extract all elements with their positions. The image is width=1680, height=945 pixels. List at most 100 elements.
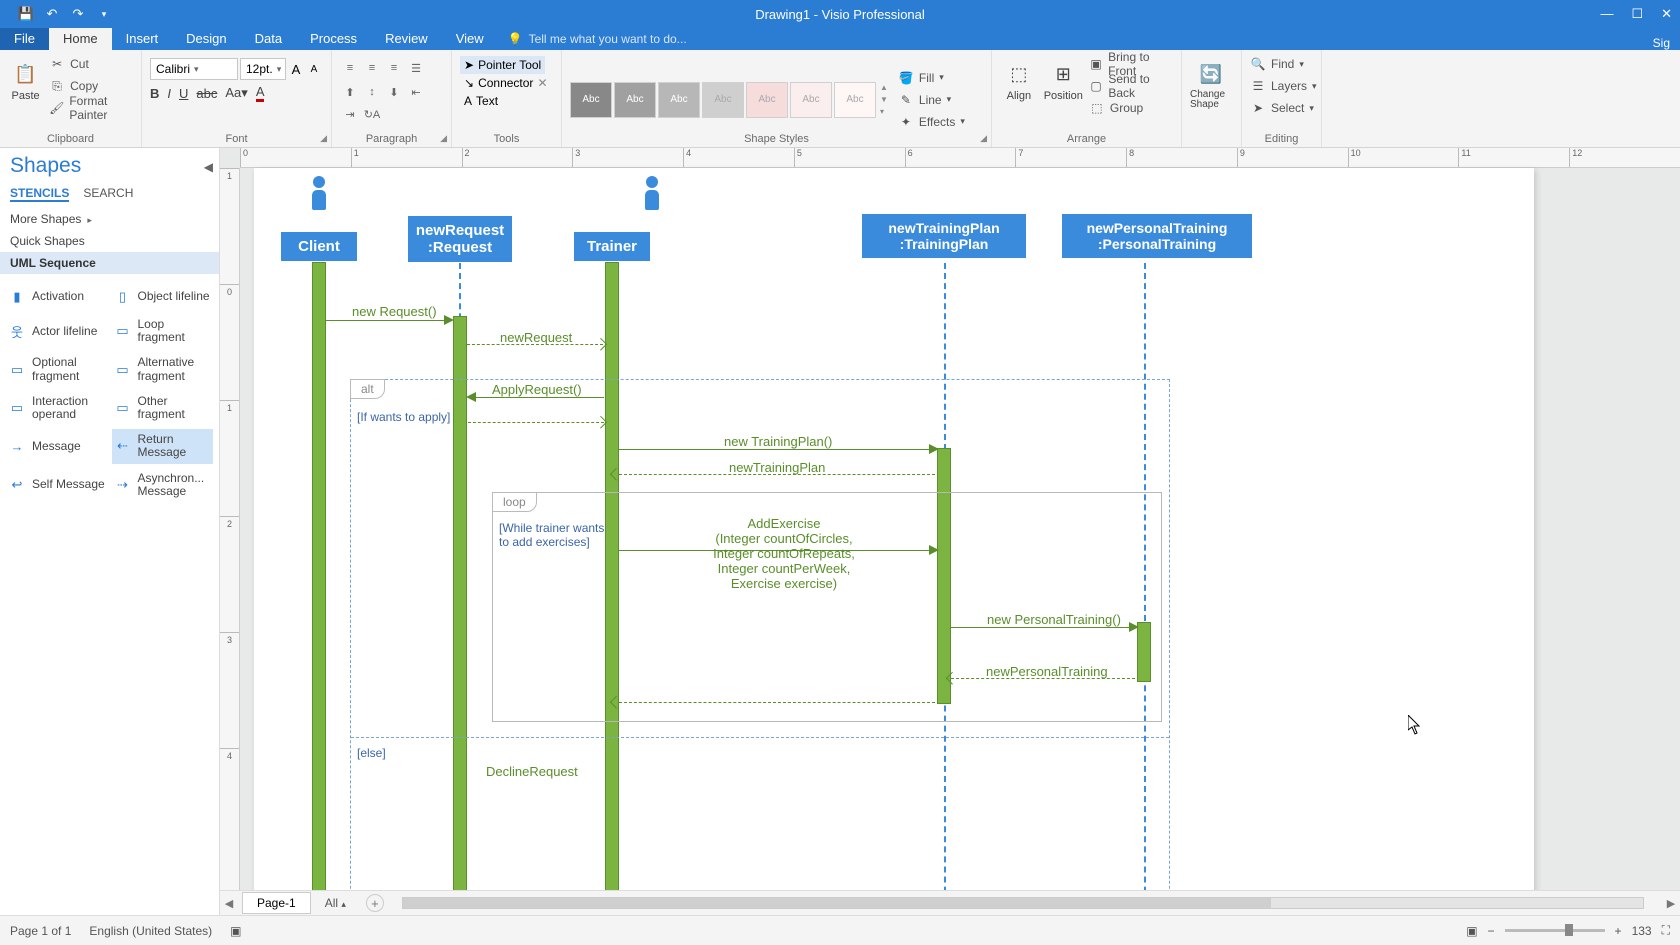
font-name-combo[interactable]: Calibri▾ bbox=[150, 58, 238, 80]
more-shapes-item[interactable]: More Shapes▸ bbox=[0, 208, 219, 230]
align-bottom-icon[interactable]: ⬇ bbox=[384, 82, 404, 102]
shrink-font-icon[interactable]: A bbox=[306, 61, 322, 77]
horizontal-scrollbar[interactable] bbox=[402, 897, 1644, 909]
shape-optional-fragment[interactable]: ▭Optional fragment bbox=[6, 352, 108, 386]
zoom-slider-thumb[interactable] bbox=[1565, 924, 1573, 936]
client-activation[interactable] bbox=[312, 262, 326, 890]
tab-home[interactable]: Home bbox=[49, 27, 112, 50]
align-button[interactable]: ⬚Align bbox=[1000, 54, 1038, 102]
scroll-left-icon[interactable]: ◀ bbox=[220, 897, 238, 910]
fill-button[interactable]: 🪣Fill▾ bbox=[898, 68, 965, 88]
case-button[interactable]: Aa▾ bbox=[225, 85, 247, 101]
styles-more-icon[interactable]: ▾ bbox=[880, 107, 888, 116]
trainer-actor-icon[interactable] bbox=[643, 176, 661, 212]
align-center-icon[interactable]: ≡ bbox=[362, 58, 382, 78]
trainingplan-lifeline-head[interactable]: newTrainingPlan:TrainingPlan bbox=[862, 214, 1026, 258]
shape-object-lifeline[interactable]: ▯Object lifeline bbox=[112, 284, 214, 310]
shapes-collapse-icon[interactable]: ◀ bbox=[204, 160, 213, 174]
canvas-viewport[interactable]: Client newRequest:Request Trainer newTra… bbox=[240, 168, 1680, 890]
line-button[interactable]: ✎Line▾ bbox=[898, 90, 965, 110]
search-tab[interactable]: SEARCH bbox=[83, 186, 133, 202]
copy-button[interactable]: ⎘Copy bbox=[49, 76, 133, 96]
italic-button[interactable]: I bbox=[167, 86, 171, 101]
shape-loop-fragment[interactable]: ▭Loop fragment bbox=[112, 314, 214, 348]
align-right-icon[interactable]: ≡ bbox=[384, 58, 404, 78]
format-painter-button[interactable]: 🖌Format Painter bbox=[49, 98, 133, 118]
shape-style-6[interactable]: Abc bbox=[790, 82, 832, 118]
shape-self-message[interactable]: ↩Self Message bbox=[6, 468, 108, 502]
styles-up-icon[interactable]: ▲ bbox=[880, 83, 888, 92]
strike-button[interactable]: abc bbox=[196, 86, 217, 101]
qat-customize-icon[interactable]: ▾ bbox=[96, 6, 112, 22]
shape-activation[interactable]: ▮Activation bbox=[6, 284, 108, 310]
save-icon[interactable]: 💾 bbox=[18, 6, 34, 22]
macro-record-icon[interactable]: ▣ bbox=[230, 924, 241, 938]
decrease-indent-icon[interactable]: ⇤ bbox=[406, 82, 426, 102]
msg-new-trainingplan-line[interactable] bbox=[619, 449, 935, 450]
shape-return-message[interactable]: ⇠Return Message bbox=[112, 429, 214, 463]
scroll-right-icon[interactable]: ▶ bbox=[1662, 897, 1680, 910]
change-shape-button[interactable]: 🔄Change Shape bbox=[1190, 54, 1232, 110]
close-button[interactable]: ✕ bbox=[1661, 6, 1672, 22]
bring-front-button[interactable]: ▣Bring to Front bbox=[1089, 54, 1173, 74]
text-tool-button[interactable]: AText bbox=[460, 92, 502, 110]
cut-button[interactable]: ✂Cut bbox=[49, 54, 133, 74]
tab-insert[interactable]: Insert bbox=[112, 27, 173, 50]
quick-shapes-item[interactable]: Quick Shapes bbox=[0, 230, 219, 252]
horizontal-scroll-thumb[interactable] bbox=[403, 898, 1271, 908]
undo-icon[interactable]: ↶ bbox=[44, 6, 60, 22]
add-page-button[interactable]: + bbox=[366, 894, 384, 912]
shape-interaction-operand[interactable]: ▭Interaction operand bbox=[6, 391, 108, 425]
tab-design[interactable]: Design bbox=[172, 27, 240, 50]
shape-async-message[interactable]: ⇢Asynchron... Message bbox=[112, 468, 214, 502]
font-dialog-launcher[interactable]: ◢ bbox=[320, 133, 327, 144]
paragraph-dialog-launcher[interactable]: ◢ bbox=[440, 133, 447, 144]
all-pages-button[interactable]: All ▴ bbox=[317, 893, 354, 913]
rotate-text-icon[interactable]: ↻A bbox=[362, 104, 382, 124]
fit-to-window-icon[interactable]: ⛶ bbox=[1662, 923, 1670, 938]
font-color-button[interactable]: A bbox=[256, 84, 265, 102]
find-button[interactable]: 🔍Find▾ bbox=[1250, 54, 1317, 74]
tab-data[interactable]: Data bbox=[241, 27, 296, 50]
request-lifeline-head[interactable]: newRequest:Request bbox=[408, 216, 512, 262]
paste-button[interactable]: 📋 Paste bbox=[8, 54, 43, 102]
redo-icon[interactable]: ↷ bbox=[70, 6, 86, 22]
position-button[interactable]: ⊞Position bbox=[1044, 54, 1083, 102]
msg-new-personal-line[interactable] bbox=[951, 627, 1135, 628]
maximize-button[interactable]: ☐ bbox=[1631, 6, 1643, 22]
zoom-slider[interactable] bbox=[1505, 929, 1605, 932]
client-actor-icon[interactable] bbox=[310, 176, 328, 212]
client-lifeline-head[interactable]: Client bbox=[281, 232, 357, 261]
connector-tool-button[interactable]: ↘Connector✕ bbox=[460, 74, 552, 92]
tab-file[interactable]: File bbox=[0, 27, 49, 50]
zoom-level[interactable]: 133 bbox=[1632, 924, 1652, 938]
trainer-lifeline-head[interactable]: Trainer bbox=[574, 232, 650, 261]
page-tab-1[interactable]: Page-1 bbox=[242, 892, 311, 914]
bullets-icon[interactable]: ☰ bbox=[406, 58, 426, 78]
font-size-combo[interactable]: 12pt.▾ bbox=[240, 58, 286, 80]
align-middle-icon[interactable]: ↕ bbox=[362, 82, 382, 102]
grow-font-icon[interactable]: A bbox=[288, 61, 304, 77]
group-button[interactable]: ⬚Group bbox=[1089, 98, 1173, 118]
stencils-tab[interactable]: STENCILS bbox=[10, 186, 69, 202]
styles-down-icon[interactable]: ▼ bbox=[880, 95, 888, 104]
styles-dialog-launcher[interactable]: ◢ bbox=[980, 133, 987, 144]
shape-style-1[interactable]: Abc bbox=[570, 82, 612, 118]
align-top-icon[interactable]: ⬆ bbox=[340, 82, 360, 102]
pointer-tool-button[interactable]: ➤Pointer Tool bbox=[460, 56, 545, 74]
zoom-out-button[interactable]: − bbox=[1488, 924, 1495, 938]
underline-button[interactable]: U bbox=[179, 86, 188, 101]
shape-style-7[interactable]: Abc bbox=[834, 82, 876, 118]
shape-style-5[interactable]: Abc bbox=[746, 82, 788, 118]
msg-new-request-line[interactable] bbox=[326, 320, 450, 321]
presentation-mode-icon[interactable]: ▣ bbox=[1466, 924, 1477, 938]
minimize-button[interactable]: — bbox=[1600, 6, 1613, 22]
shape-style-3[interactable]: Abc bbox=[658, 82, 700, 118]
bold-button[interactable]: B bbox=[150, 86, 159, 101]
sign-in-link[interactable]: Sig bbox=[1653, 36, 1680, 50]
shape-alternative-fragment[interactable]: ▭Alternative fragment bbox=[112, 352, 214, 386]
shape-style-4[interactable]: Abc bbox=[702, 82, 744, 118]
align-left-icon[interactable]: ≡ bbox=[340, 58, 360, 78]
zoom-in-button[interactable]: + bbox=[1615, 924, 1622, 938]
msg-apply-request-line[interactable] bbox=[468, 397, 604, 398]
